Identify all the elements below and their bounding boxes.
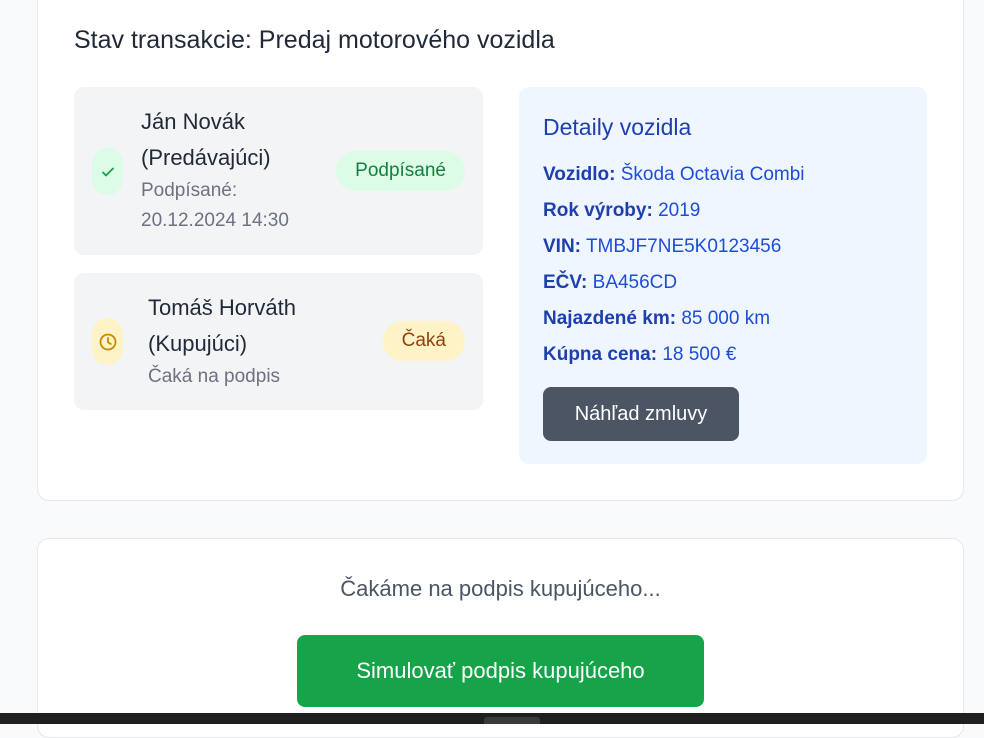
vehicle-row-value: 18 500 € [662,344,737,365]
waiting-message: Čakáme na podpis kupujúceho... [340,576,661,601]
vehicle-row-model: Vozidlo: Škoda Octavia Combi [543,157,805,193]
check-icon [92,148,123,195]
vehicle-row-mileage: Najazdené km: 85 000 km [543,301,805,337]
vehicle-row-label: VIN: [543,236,581,257]
seller-name-block: Ján Novák (Predávajúci) [141,104,321,176]
vehicle-row-year: Rok výroby: 2019 [543,193,805,229]
vehicle-row-value: TMBJF7NE5K0123456 [585,236,782,257]
vehicle-row-plate: EČV: BA456CD [543,265,805,301]
vehicle-details-list: Vozidlo: Škoda Octavia Combi Rok výroby:… [543,157,805,373]
vehicle-row-value: 2019 [658,200,701,221]
vehicle-details-title: Detaily vozidla [543,114,692,140]
seller-signed-label: Podpísané: [141,180,238,201]
vehicle-row-vin: VIN: TMBJF7NE5K0123456 [543,229,805,265]
buyer-status-badge: Čaká [382,321,465,361]
buyer-name-block: Tomáš Horváth (Kupujúci) [148,290,348,362]
buyer-status-text: Čaká na podpis [148,366,281,387]
simulate-signature-button[interactable]: Simulovať podpis kupujúceho [297,635,704,707]
taskbar [0,713,984,724]
vehicle-row-label: Najazdené km: [543,308,677,329]
clock-icon [92,318,123,365]
vehicle-details-panel: Detaily vozidla Vozidlo: Škoda Octavia C… [519,87,927,464]
page-title: Stav transakcie: Predaj motorového vozid… [74,26,555,54]
taskbar-item[interactable] [484,717,540,724]
vehicle-row-label: Kúpna cena: [543,344,658,365]
seller-status-badge: Podpísané [336,151,465,191]
vehicle-row-label: EČV: [543,272,588,293]
buyer-name: Tomáš Horváth [148,295,296,320]
vehicle-row-value: 85 000 km [681,308,771,329]
buyer-role: (Kupujúci) [148,331,248,356]
vehicle-row-price: Kúpna cena: 18 500 € [543,337,805,373]
seller-name: Ján Novák [141,109,245,134]
vehicle-row-value: BA456CD [592,272,678,293]
seller-signed-date: 20.12.2024 14:30 [141,210,289,231]
vehicle-row-value: Škoda Octavia Combi [620,164,805,185]
vehicle-row-label: Rok výroby: [543,200,653,221]
contract-preview-button[interactable]: Náhľad zmluvy [543,387,739,441]
seller-party-card: Ján Novák (Predávajúci) Podpísané: 20.12… [74,87,483,255]
seller-role: (Predávajúci) [141,145,271,170]
seller-signed-info: Podpísané: 20.12.2024 14:30 [141,176,341,236]
buyer-party-card: Tomáš Horváth (Kupujúci) Čaká na podpis … [74,273,483,410]
vehicle-row-label: Vozidlo: [543,164,616,185]
